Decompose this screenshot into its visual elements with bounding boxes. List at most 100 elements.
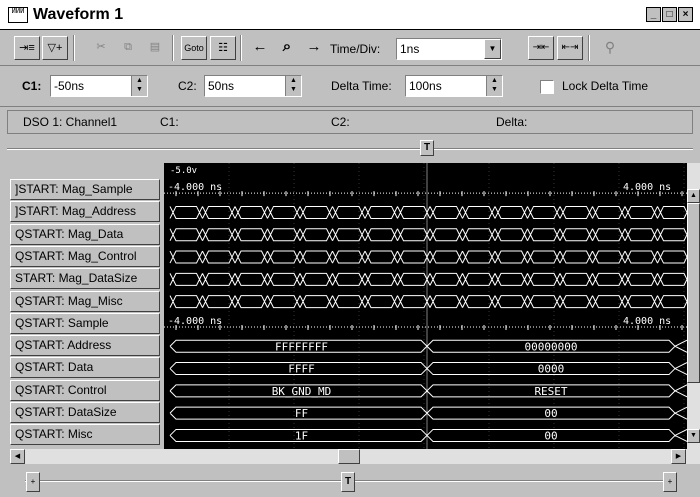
copy-icon: ⧉ — [124, 41, 132, 53]
signal-name-row[interactable]: START: Mag_DataSize — [10, 268, 160, 290]
scroll-right-arrow[interactable]: ▶ — [671, 449, 686, 464]
bus-value-after: 00 — [544, 429, 557, 442]
delta-time-label: Delta Time: — [331, 79, 392, 93]
vertical-scrollbar[interactable]: ▲ ▼ — [687, 163, 700, 449]
info-c1-label: C1: — [160, 115, 179, 129]
goto-icon: Goto — [184, 43, 204, 53]
c2-spinner[interactable]: ▲ ▼ — [285, 76, 301, 96]
bus-value-before: FF — [295, 407, 308, 420]
signal-names-panel: ]START: Mag_Sample]START: Mag_Address QST… — [10, 163, 160, 449]
lock-delta-checkbox[interactable] — [540, 80, 554, 94]
time-slider-bar: + T + — [10, 468, 700, 497]
copy-button[interactable]: ⧉ — [115, 36, 141, 60]
eye-diagram — [169, 250, 687, 264]
expand-icon: ⇤⇥ — [561, 42, 579, 53]
goto-button[interactable]: Goto — [181, 36, 207, 60]
signal-name-row[interactable]: ]START: Mag_Sample — [10, 179, 160, 200]
c1-spinner[interactable]: ▲ ▼ — [131, 76, 147, 96]
signal-name-row[interactable]: ]START: Mag_Address — [10, 201, 160, 223]
add-marker-button[interactable]: ⇥≡ — [14, 36, 40, 60]
signal-name-row[interactable]: QSTART: DataSize — [10, 402, 160, 423]
scissors-icon: ✂ — [96, 41, 106, 53]
next-button[interactable]: → — [301, 36, 327, 60]
signal-name-row[interactable]: QSTART: Data — [10, 357, 160, 379]
toolbar-separator — [73, 35, 75, 61]
toolbar-separator — [240, 35, 242, 61]
add-signal-icon: ▽+ — [47, 42, 63, 54]
time-div-select[interactable]: 1ns ▼ — [396, 38, 502, 60]
source-label: DSO 1: Channel1 — [23, 115, 118, 129]
delta-time-input[interactable]: 100ns ▲ ▼ — [405, 75, 503, 97]
marker-bar: T — [7, 138, 693, 162]
time-label-left: -4.000 ns — [168, 316, 222, 327]
waveform-canvas: -5.0v -4.000 ns 4.000 ns -4.000 ns 4.000 ns F… — [164, 163, 687, 449]
bus-value-after: 0000 — [538, 363, 565, 376]
bus-waveform — [169, 362, 687, 376]
toolbar-separator — [172, 35, 174, 61]
horizontal-scrollbar[interactable]: ◀ ▶ — [10, 449, 700, 464]
signal-name-row[interactable]: QSTART: Control — [10, 379, 160, 401]
paste-button[interactable]: ▤ — [142, 36, 168, 60]
c1-input[interactable]: -50ns ▲ ▼ — [50, 75, 148, 97]
bus-value-after: 00000000 — [525, 340, 578, 353]
trigger-slider-handle[interactable]: T — [341, 472, 355, 492]
info-c2-label: C2: — [331, 115, 350, 129]
signal-name-row[interactable]: QSTART: Sample — [10, 312, 160, 334]
bus-value-before: 1F — [295, 429, 308, 442]
waveform-display[interactable]: -5.0v -4.000 ns 4.000 ns -4.000 ns 4.000 ns F… — [164, 163, 687, 449]
trigger-marker[interactable]: T — [420, 140, 434, 156]
c2-value: 50ns — [208, 79, 235, 93]
signal-name-row[interactable]: QSTART: Misc — [10, 424, 160, 446]
info-bar: DSO 1: Channel1 C1: C2: Delta: — [7, 110, 693, 134]
title-bar[interactable]: ИИИ Waveform 1 _ □ × — [0, 0, 700, 30]
bus-value-before: BK_GND_MD — [272, 385, 332, 398]
chevron-down-icon[interactable]: ▼ — [484, 39, 501, 59]
c2-slider-handle[interactable]: + — [663, 472, 677, 492]
paste-icon: ▤ — [149, 41, 161, 53]
bus-waveform — [169, 406, 687, 420]
signal-name-row[interactable]: QSTART: Address — [10, 335, 160, 357]
signal-name-row[interactable]: QSTART: Mag_Misc — [10, 290, 160, 312]
add-signal-button[interactable]: ▽+ — [42, 36, 68, 60]
bus-waveform — [169, 428, 687, 442]
window-title: Waveform 1 — [33, 6, 124, 23]
c2-input[interactable]: 50ns ▲ ▼ — [204, 75, 302, 97]
scroll-up-arrow[interactable]: ▲ — [687, 189, 700, 203]
info-delta-label: Delta: — [496, 115, 528, 129]
previous-button[interactable]: ← — [247, 36, 273, 60]
voltage-label: -5.0v — [170, 166, 197, 176]
signal-name-row[interactable]: QSTART: Mag_Control — [10, 245, 160, 267]
scroll-down-arrow[interactable]: ▼ — [687, 429, 700, 443]
properties-button[interactable]: ☷ — [210, 36, 236, 60]
eye-diagram — [169, 228, 687, 242]
binoculars-icon: ⌕ — [282, 38, 292, 55]
zoom-out-time-button[interactable]: ⇤⇥ — [557, 36, 583, 60]
properties-icon: ☷ — [218, 42, 228, 54]
bus-value-after: RESET — [534, 385, 567, 398]
zoom-in-time-button[interactable]: ⇥⇤ — [528, 36, 554, 60]
signal-name-row[interactable]: QSTART: Mag_Data — [10, 223, 160, 245]
delta-spinner[interactable]: ▲ ▼ — [486, 76, 502, 96]
horizontal-scroll-thumb[interactable] — [338, 449, 360, 464]
time-label-left: -4.000 ns — [168, 182, 222, 193]
bus-value-before: FFFFFFFF — [275, 340, 328, 353]
eye-diagram — [169, 295, 687, 309]
find-button[interactable]: ⌕ — [274, 36, 300, 60]
cut-button[interactable]: ✂ — [88, 36, 114, 60]
app-icon: ИИИ — [8, 7, 28, 23]
bus-waveform — [169, 339, 687, 353]
arrow-right-icon: → — [306, 38, 322, 55]
vertical-scroll-thumb[interactable] — [687, 203, 700, 383]
close-button[interactable]: × — [678, 7, 693, 22]
minimize-button[interactable]: _ — [646, 7, 661, 22]
delta-time-value: 100ns — [409, 79, 442, 93]
maximize-button[interactable]: □ — [662, 7, 677, 22]
zoom-button[interactable]: ⚲ — [597, 36, 623, 60]
magnifier-icon: ⚲ — [604, 39, 616, 55]
scroll-left-arrow[interactable]: ◀ — [10, 449, 25, 464]
toolbar-separator — [588, 35, 590, 61]
c1-label: C1: — [22, 79, 42, 93]
eye-diagram — [169, 205, 687, 219]
c2-label: C2: — [178, 79, 197, 93]
c1-slider-handle[interactable]: + — [26, 472, 40, 492]
